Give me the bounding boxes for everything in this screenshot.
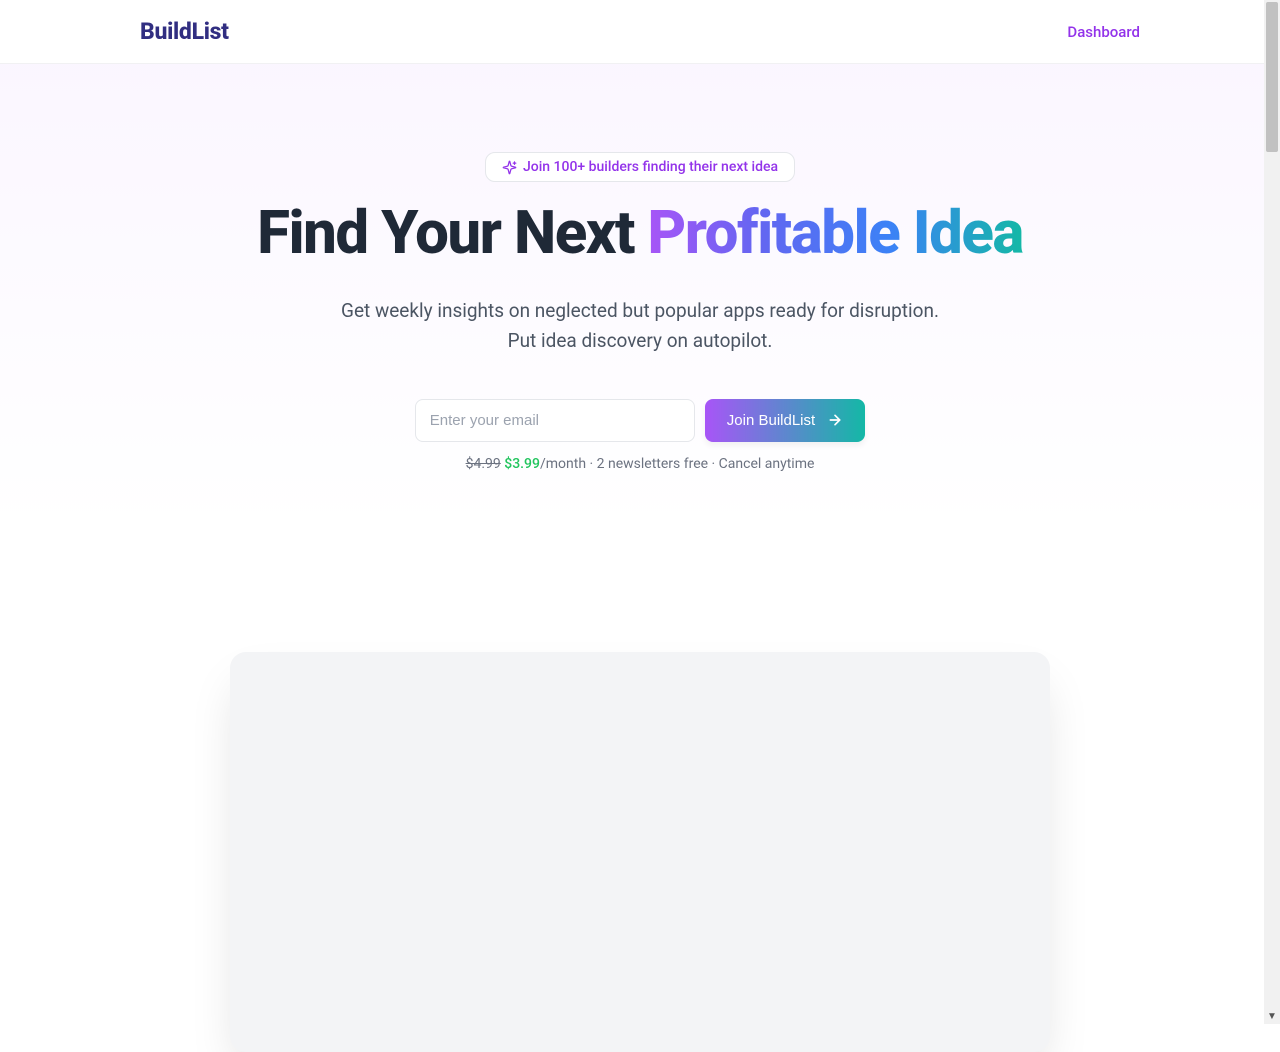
headline-prefix: Find Your Next (257, 197, 647, 268)
preview-card (230, 652, 1050, 1052)
subtitle-line-2: Put idea discovery on autopilot. (508, 329, 773, 352)
logo[interactable]: BuildList (140, 18, 229, 45)
price-new: $3.99 (504, 456, 540, 472)
join-button[interactable]: Join BuildList (705, 399, 865, 442)
email-input[interactable] (415, 399, 695, 442)
headline-gradient: Profitable Idea (647, 197, 1022, 268)
subtitle-line-1: Get weekly insights on neglected but pop… (341, 299, 939, 322)
subtitle: Get weekly insights on neglected but pop… (20, 296, 1260, 357)
price-suffix: /month · 2 newsletters free · Cancel any… (540, 456, 814, 472)
signup-form: Join BuildList (20, 399, 1260, 442)
join-button-label: Join BuildList (727, 412, 815, 429)
scrollbar[interactable]: ▼ (1264, 0, 1280, 1024)
dashboard-link[interactable]: Dashboard (1067, 23, 1140, 41)
hero-section: Join 100+ builders finding their next id… (0, 64, 1280, 1052)
scrollbar-down-icon[interactable]: ▼ (1264, 1008, 1280, 1024)
promo-badge: Join 100+ builders finding their next id… (485, 152, 795, 182)
headline: Find Your Next Profitable Idea (20, 200, 1260, 266)
pricing-text: $4.99 $3.99/month · 2 newsletters free ·… (20, 456, 1260, 472)
sparkles-icon (502, 160, 517, 175)
arrow-right-icon (827, 412, 843, 428)
price-old: $4.99 (466, 456, 501, 472)
promo-badge-text: Join 100+ builders finding their next id… (523, 159, 778, 175)
site-header: BuildList Dashboard (0, 0, 1280, 64)
scrollbar-thumb[interactable] (1266, 2, 1278, 152)
